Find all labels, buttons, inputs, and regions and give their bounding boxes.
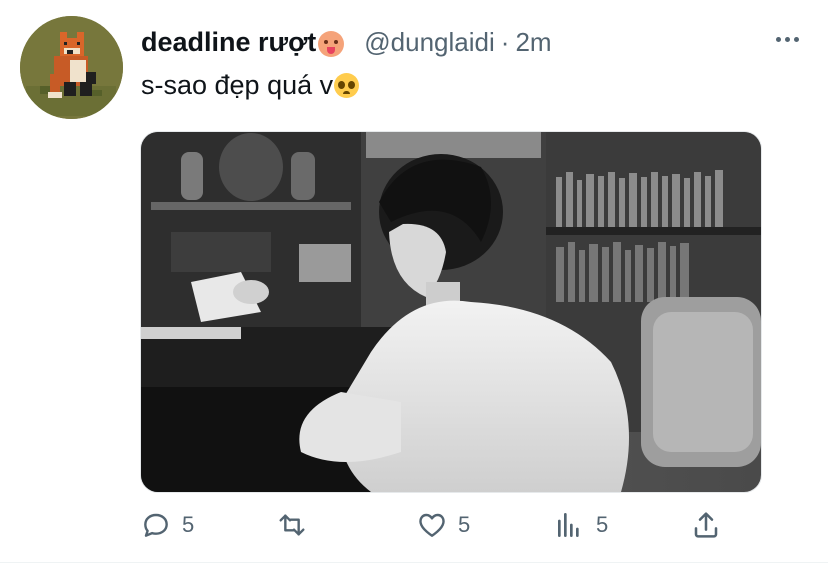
like-count: 5 — [458, 512, 471, 537]
retweet-icon — [279, 514, 305, 536]
like-icon — [419, 513, 445, 537]
drooling-face-icon — [318, 31, 345, 57]
like-button[interactable]: 5 — [416, 505, 470, 545]
fox-avatar-image — [20, 16, 123, 119]
more-dot — [793, 36, 799, 42]
more-dot — [775, 36, 781, 42]
avatar[interactable] — [20, 16, 123, 119]
display-name[interactable]: deadline rượt — [141, 27, 316, 58]
share-icon — [694, 512, 718, 538]
tweet-text: s-sao đẹp quá v — [141, 70, 360, 101]
more-dot — [784, 36, 790, 42]
pleading-face-icon — [334, 73, 360, 98]
tweet-text-content: s-sao đẹp quá v — [141, 70, 334, 100]
tweet[interactable]: deadline rượt @dunglaidi · 2m s-sao đẹp … — [0, 0, 828, 564]
reply-count: 5 — [182, 512, 195, 537]
tweet-divider — [0, 562, 828, 563]
views-button[interactable]: 5 — [554, 505, 608, 545]
retweet-button[interactable] — [276, 505, 318, 545]
tweet-header: deadline rượt @dunglaidi · 2m — [141, 24, 552, 60]
user-handle[interactable]: @dunglaidi — [364, 27, 494, 58]
reply-button[interactable]: 5 — [140, 505, 194, 545]
views-count: 5 — [596, 512, 609, 537]
reply-icon — [144, 513, 168, 537]
more-options-icon[interactable] — [770, 26, 804, 52]
share-button[interactable] — [690, 505, 722, 545]
views-icon — [558, 513, 579, 537]
tweet-actions: 5 5 5 — [140, 505, 760, 545]
grayscale-photo-image — [141, 132, 761, 492]
separator-dot: · — [500, 26, 510, 57]
tweet-photo[interactable] — [140, 131, 762, 493]
timestamp[interactable]: 2m — [515, 27, 551, 58]
